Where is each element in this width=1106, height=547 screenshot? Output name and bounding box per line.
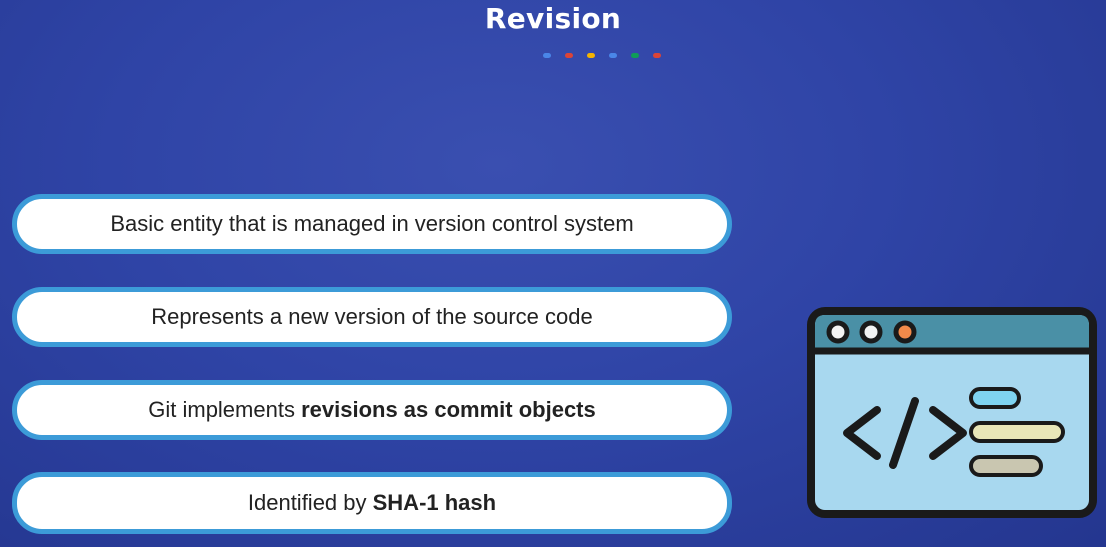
- point-text-bold: revisions as commit objects: [301, 397, 596, 422]
- point-new-version: Represents a new version of the source c…: [12, 287, 732, 347]
- point-text: Basic entity that is managed in version …: [110, 211, 634, 236]
- title-dot: [543, 53, 551, 58]
- slide-title: Revision: [484, 2, 622, 35]
- title-dot: [631, 53, 639, 58]
- point-basic-entity: Basic entity that is managed in version …: [12, 194, 732, 254]
- point-text: Represents a new version of the source c…: [151, 304, 593, 329]
- title-dots: [543, 53, 661, 58]
- window-dot-icon: [859, 320, 883, 344]
- code-window-icon: [805, 305, 1100, 520]
- title-dot: [587, 53, 595, 58]
- point-commit-objects: Git implements revisions as commit objec…: [12, 380, 732, 440]
- window-dot-icon: [893, 320, 917, 344]
- point-text-prefix: Git implements: [148, 397, 302, 422]
- title-dot: [653, 53, 661, 58]
- window-dot-icon: [826, 320, 850, 344]
- point-text-prefix: Identified by: [247, 490, 373, 515]
- title-dot: [565, 53, 573, 58]
- title-dot: [609, 53, 617, 58]
- point-sha1-hash: Identified by SHA-1 hash: [12, 472, 732, 534]
- point-text-bold: SHA-1 hash: [372, 490, 497, 515]
